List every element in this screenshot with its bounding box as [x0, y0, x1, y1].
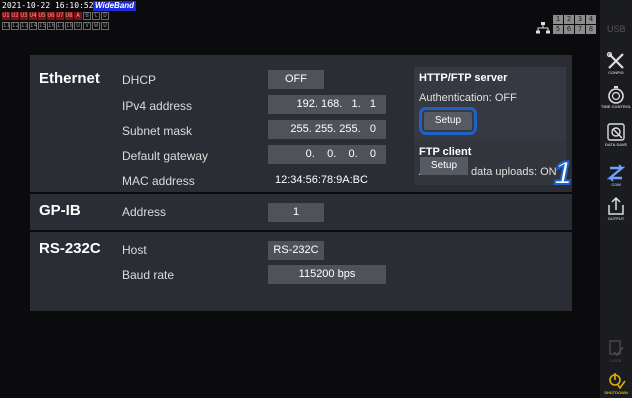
section-title: RS-232C: [39, 240, 101, 257]
gpib-section: GP-IB Address 1: [30, 194, 572, 230]
host-label: Host: [122, 243, 147, 257]
sidebar-item-label: LOCK: [610, 358, 622, 363]
mac-address-value: 12:34:56:78:9A:BC: [275, 174, 368, 186]
usb-indicator: USB: [607, 24, 626, 34]
slot-indicator: 7: [575, 25, 585, 34]
subnet-label: Subnet mask: [122, 124, 193, 138]
channel-indicator: U: [74, 22, 82, 30]
http-ftp-setup-button[interactable]: Setup: [419, 107, 477, 135]
data-save-button[interactable]: DATA SAVE: [601, 122, 631, 147]
sidebar-item-label: DATA SAVE: [604, 142, 628, 147]
status-bar: 2021-10-22 16:10:52 WideBand U1 U2 U3 U4…: [0, 0, 600, 38]
channel-indicator: I5: [38, 22, 47, 30]
gateway-label: Default gateway: [122, 149, 209, 163]
section-title: Ethernet: [39, 70, 100, 87]
channel-indicator: I3: [20, 22, 29, 30]
datetime: 2021-10-22 16:10:52: [2, 1, 94, 10]
slot-indicator: 8: [586, 25, 596, 34]
module-slots: 1 2 3 4 5 6 7 8: [553, 15, 596, 34]
shutdown-icon: [609, 373, 626, 390]
channel-indicator: U8: [65, 12, 73, 20]
ipv4-label: IPv4 address: [122, 99, 193, 113]
time-control-button[interactable]: TIME CONTROL: [601, 86, 631, 109]
http-ftp-server-box: HTTP/FTP server Authentication: OFF Setu…: [414, 67, 566, 150]
slot-indicator: 1: [553, 15, 563, 24]
channel-indicator: U1: [2, 12, 10, 20]
interface-settings-panel: Ethernet DHCP OFF IPv4 address 192. 168.…: [30, 55, 573, 311]
channel-indicator: I6: [47, 22, 56, 30]
mode-badge: WideBand: [93, 1, 137, 11]
default-gateway-field[interactable]: 0. 0. 0. 0: [268, 145, 386, 164]
ipv4-address-field[interactable]: 192. 168. 1. 1: [268, 95, 386, 114]
slot-indicator: 4: [586, 15, 596, 24]
mac-label: MAC address: [122, 174, 195, 188]
slot-indicator: 2: [564, 15, 574, 24]
subnet-mask-field[interactable]: 255. 255. 255. 0: [268, 120, 386, 139]
sidebar-item-label: COM: [611, 182, 621, 187]
network-icon: [536, 22, 550, 34]
channel-indicator: U2: [11, 12, 19, 20]
channel-indicator: W: [92, 22, 100, 30]
channel-row-voltage: U1 U2 U3 U4 U5 U6 U7 U8 A B C D: [2, 12, 109, 20]
baud-rate-select[interactable]: 115200 bps: [268, 265, 386, 284]
channel-indicator: A: [74, 12, 82, 20]
host-select[interactable]: RS-232C: [268, 241, 324, 260]
sidebar-item-label: TIME CONTROL: [601, 104, 631, 109]
channel-indicator: I1: [2, 22, 11, 30]
data-save-icon: [607, 123, 625, 141]
rs232c-section: RS-232C Host RS-232C Baud rate 115200 bp…: [30, 232, 572, 311]
channel-indicator: U5: [38, 12, 46, 20]
address-label: Address: [122, 205, 167, 219]
sidebar-item-label: SHUTDOWN: [604, 390, 628, 395]
slot-indicator: 6: [564, 25, 574, 34]
callout-number: 1: [553, 155, 573, 191]
ethernet-section: Ethernet DHCP OFF IPv4 address 192. 168.…: [30, 55, 572, 192]
channel-indicator: C: [92, 12, 100, 20]
channel-indicator: I2: [11, 22, 20, 30]
channel-indicator: U3: [20, 12, 28, 20]
com-icon: [606, 164, 626, 182]
channel-indicator: U6: [47, 12, 55, 20]
channel-indicator: I8: [65, 22, 74, 30]
slot-indicator: 3: [575, 15, 585, 24]
dhcp-label: DHCP: [122, 73, 157, 87]
output-icon: [608, 196, 624, 215]
section-title: GP-IB: [39, 202, 81, 219]
baud-rate-label: Baud rate: [122, 268, 175, 282]
lock-button[interactable]: LOCK: [601, 338, 631, 363]
com-button[interactable]: COM: [601, 164, 631, 187]
sidebar-item-label: CONFIG: [608, 70, 624, 75]
timer-icon: [608, 86, 624, 104]
http-ftp-title: HTTP/FTP server: [419, 72, 508, 84]
channel-indicator: B: [83, 12, 91, 20]
lock-icon: [609, 340, 624, 357]
channel-indicator: I4: [29, 22, 38, 30]
channel-indicator: U4: [29, 12, 37, 20]
ftp-client-setup-button[interactable]: Setup: [420, 157, 468, 175]
gpib-address-field[interactable]: 1: [268, 203, 324, 222]
shutdown-button[interactable]: SHUTDOWN: [601, 372, 631, 395]
channel-indicator: D: [101, 12, 109, 20]
authentication-status: Authentication: OFF: [419, 92, 517, 104]
channel-indicator: V: [83, 22, 91, 30]
channel-indicator: I7: [56, 22, 65, 30]
channel-indicator: U: [101, 22, 109, 30]
channel-indicator: U7: [56, 12, 64, 20]
config-button[interactable]: CONFIG: [601, 52, 631, 75]
wrench-screwdriver-icon: [606, 52, 624, 69]
sidebar-item-label: OUTPUT: [607, 216, 625, 221]
dhcp-toggle[interactable]: OFF: [268, 70, 324, 89]
slot-indicator: 5: [553, 25, 563, 34]
output-button[interactable]: OUTPUT: [601, 196, 631, 221]
channel-row-current: I1 I2 I3 I4 I5 I6 I7 I8 U V W U: [2, 22, 109, 30]
